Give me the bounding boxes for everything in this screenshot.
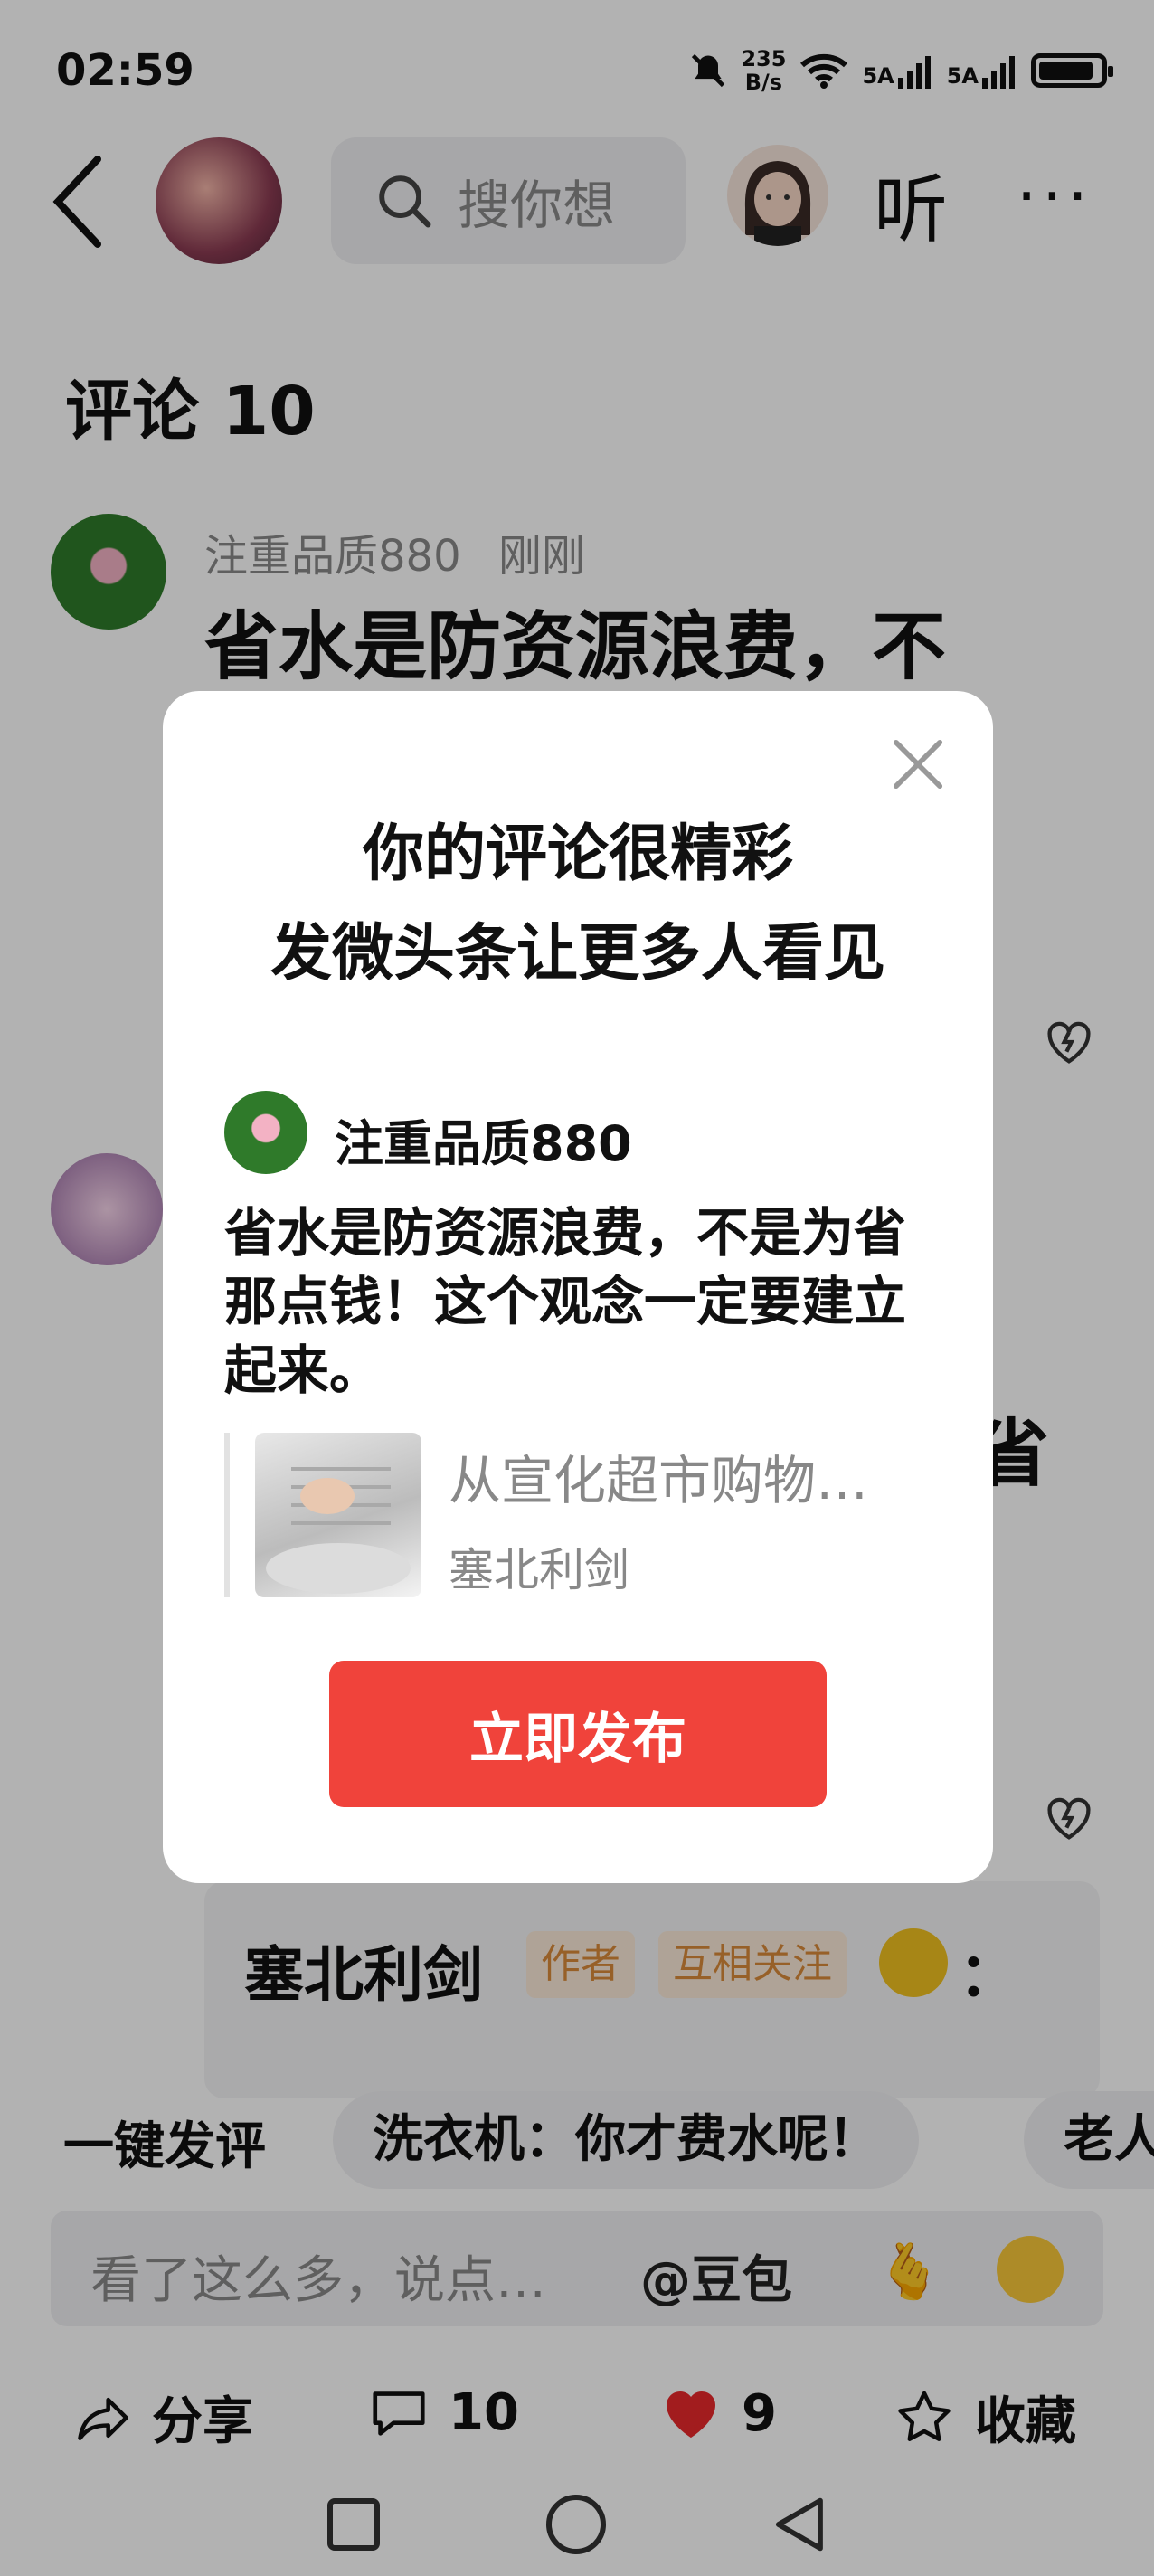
article-title: 从宣化超市购物… — [449, 1450, 869, 1511]
close-icon[interactable] — [888, 734, 948, 794]
quote-divider — [224, 1433, 230, 1597]
publish-button[interactable]: 立即发布 — [329, 1661, 827, 1807]
article-thumbnail — [255, 1433, 421, 1597]
dialog-comment-text: 省水是防资源浪费，不是为省那点钱！这个观念一定要建立起来。 — [224, 1202, 907, 1401]
washboard-image-icon — [266, 1467, 411, 1594]
article-author: 塞北利剑 — [449, 1544, 629, 1596]
dialog-username: 注重品质880 — [335, 1115, 632, 1172]
dialog-title-line-2: 发微头条让更多人看见 — [270, 918, 885, 990]
dialog-title-line-1: 你的评论很精彩 — [362, 819, 793, 890]
dialog-user-avatar — [224, 1091, 307, 1174]
